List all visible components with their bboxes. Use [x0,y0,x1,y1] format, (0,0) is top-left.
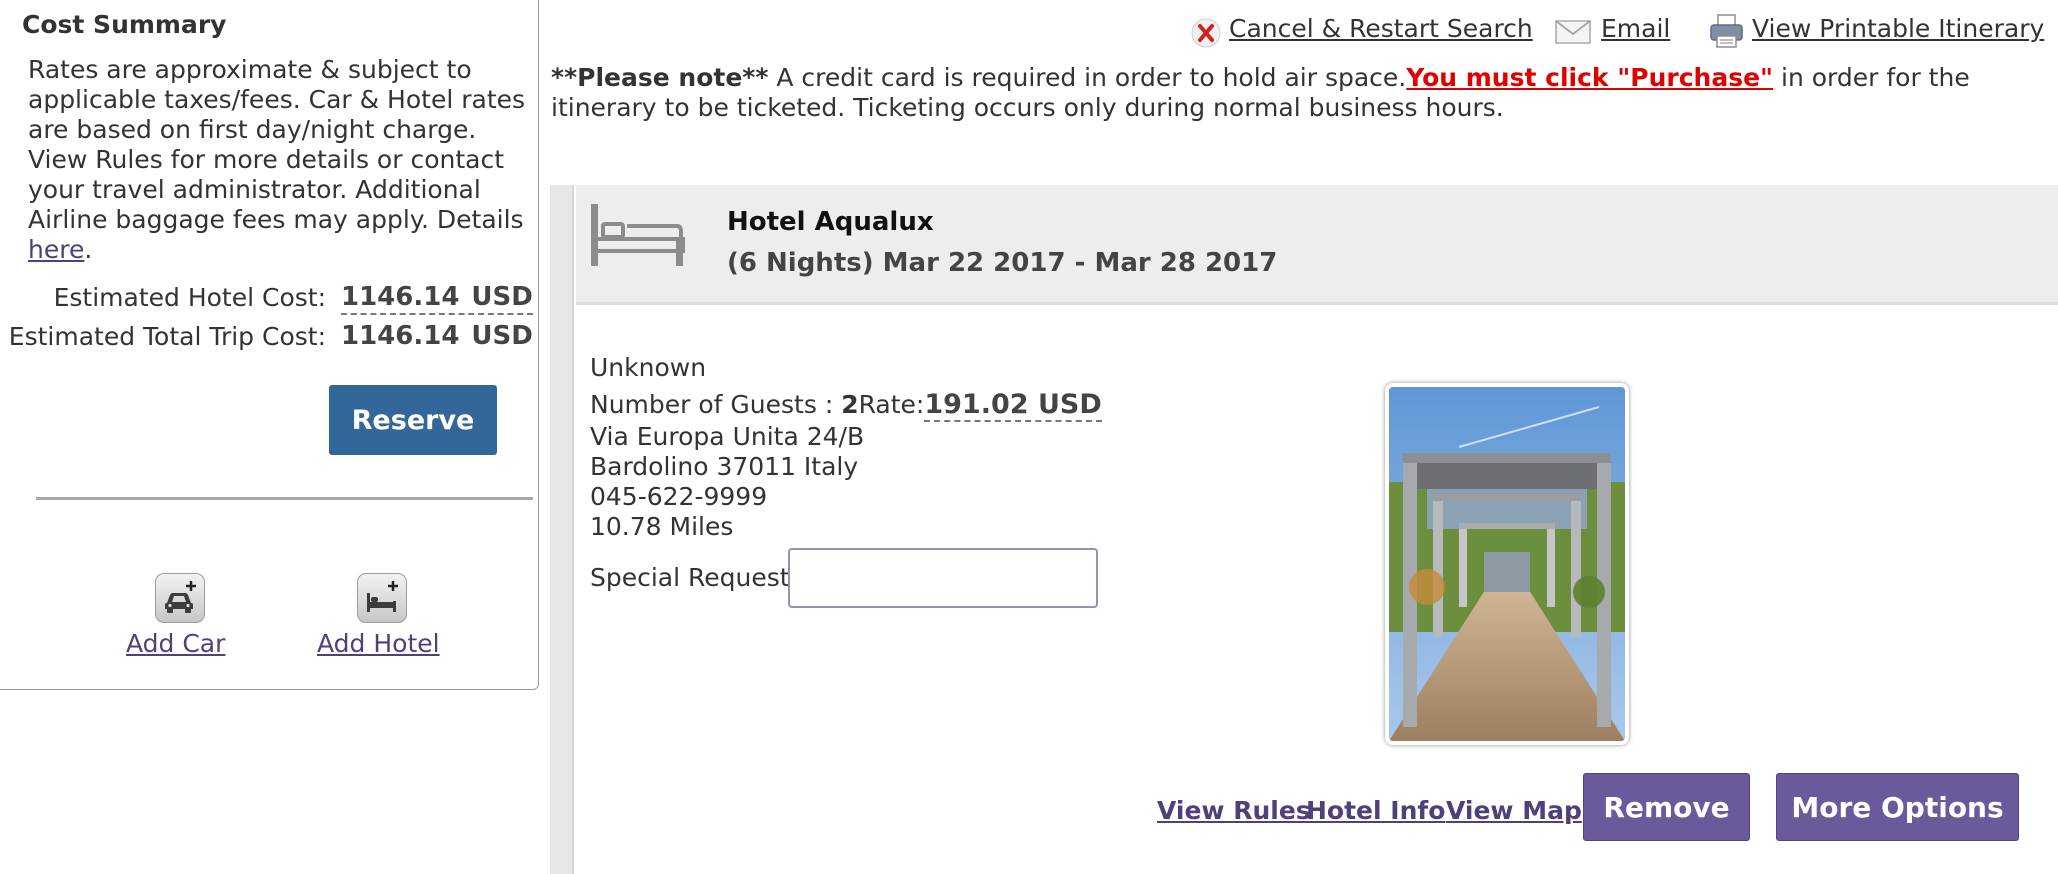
notice-text: A credit card is required in order to ho… [768,63,1407,92]
cost-summary-title: Cost Summary [22,10,227,39]
cost-summary-note: Rates are approximate & subject to appli… [28,55,528,265]
special-request-label: Special Request: [590,563,798,592]
add-car-link[interactable]: Add Car [126,629,225,658]
estimated-total-cost-label: Estimated Total Trip Cost: [8,322,326,351]
red-x-icon[interactable] [1189,16,1223,54]
hotel-photo[interactable] [1385,383,1629,745]
cost-note-end: . [84,235,93,264]
guests-label: Number of Guests : [590,390,842,419]
remove-button[interactable]: Remove [1583,773,1750,841]
address-line-1: Via Europa Unita 24/B [590,422,865,451]
hotel-name: Hotel Aqualux [727,207,934,237]
estimated-hotel-cost-label: Estimated Hotel Cost: [53,283,326,312]
credit-card-notice: **Please note** A credit card is require… [551,63,2051,123]
printer-icon[interactable] [1708,12,1746,54]
total-cost-amount: 1146.14 [341,321,460,351]
add-hotel-link[interactable]: Add Hotel [317,629,440,658]
hotel-cost-currency: USD [471,282,533,312]
bed-icon [589,202,687,272]
guests-and-rate: Number of Guests : 2Rate:191.02 USD [590,389,1102,422]
hotel-phone: 045-622-9999 [590,482,768,511]
hotel-cost-amount: 1146.14 [341,282,460,312]
hotel-info-link[interactable]: Hotel Info [1306,796,1445,825]
special-request-input[interactable] [788,548,1098,608]
total-cost-currency: USD [471,321,533,351]
more-options-button[interactable]: More Options [1776,773,2019,841]
add-hotel-icon[interactable] [357,573,407,623]
rate-amount: 191.02 USD [924,389,1102,422]
rate-currency: USD [1037,389,1102,420]
email-link[interactable]: Email [1601,14,1670,43]
must-click-purchase-link[interactable]: You must click "Purchase" [1406,63,1773,92]
estimated-hotel-cost-value: 1146.14 USD [341,282,533,315]
hotel-status: Unknown [590,353,707,382]
rate-value: 191.02 [924,389,1029,420]
hotel-card-header [576,185,2058,305]
view-map-link[interactable]: View Map [1446,796,1582,825]
details-here-link[interactable]: here [28,235,84,264]
add-car-icon[interactable] [155,573,205,623]
reserve-button[interactable]: Reserve [329,385,497,455]
sidebar-divider [36,497,533,500]
notice-prefix: **Please note** [551,63,769,92]
hotel-stay-dates: (6 Nights) Mar 22 2017 - Mar 28 2017 [727,248,1278,278]
view-rules-link[interactable]: View Rules [1157,796,1311,825]
address-line-2: Bardolino 37011 Italy [590,452,859,481]
hotel-distance: 10.78 Miles [590,512,734,541]
estimated-total-cost-value: 1146.14 USD [341,321,533,352]
envelope-icon[interactable] [1554,17,1594,51]
view-printable-itinerary-link[interactable]: View Printable Itinerary [1752,14,2044,43]
hotel-card-left-border [550,185,574,874]
rate-label: Rate: [858,390,925,419]
cost-note-text: Rates are approximate & subject to appli… [28,55,526,234]
cancel-restart-search-link[interactable]: Cancel & Restart Search [1229,14,1533,43]
guests-value: 2 [841,390,859,419]
